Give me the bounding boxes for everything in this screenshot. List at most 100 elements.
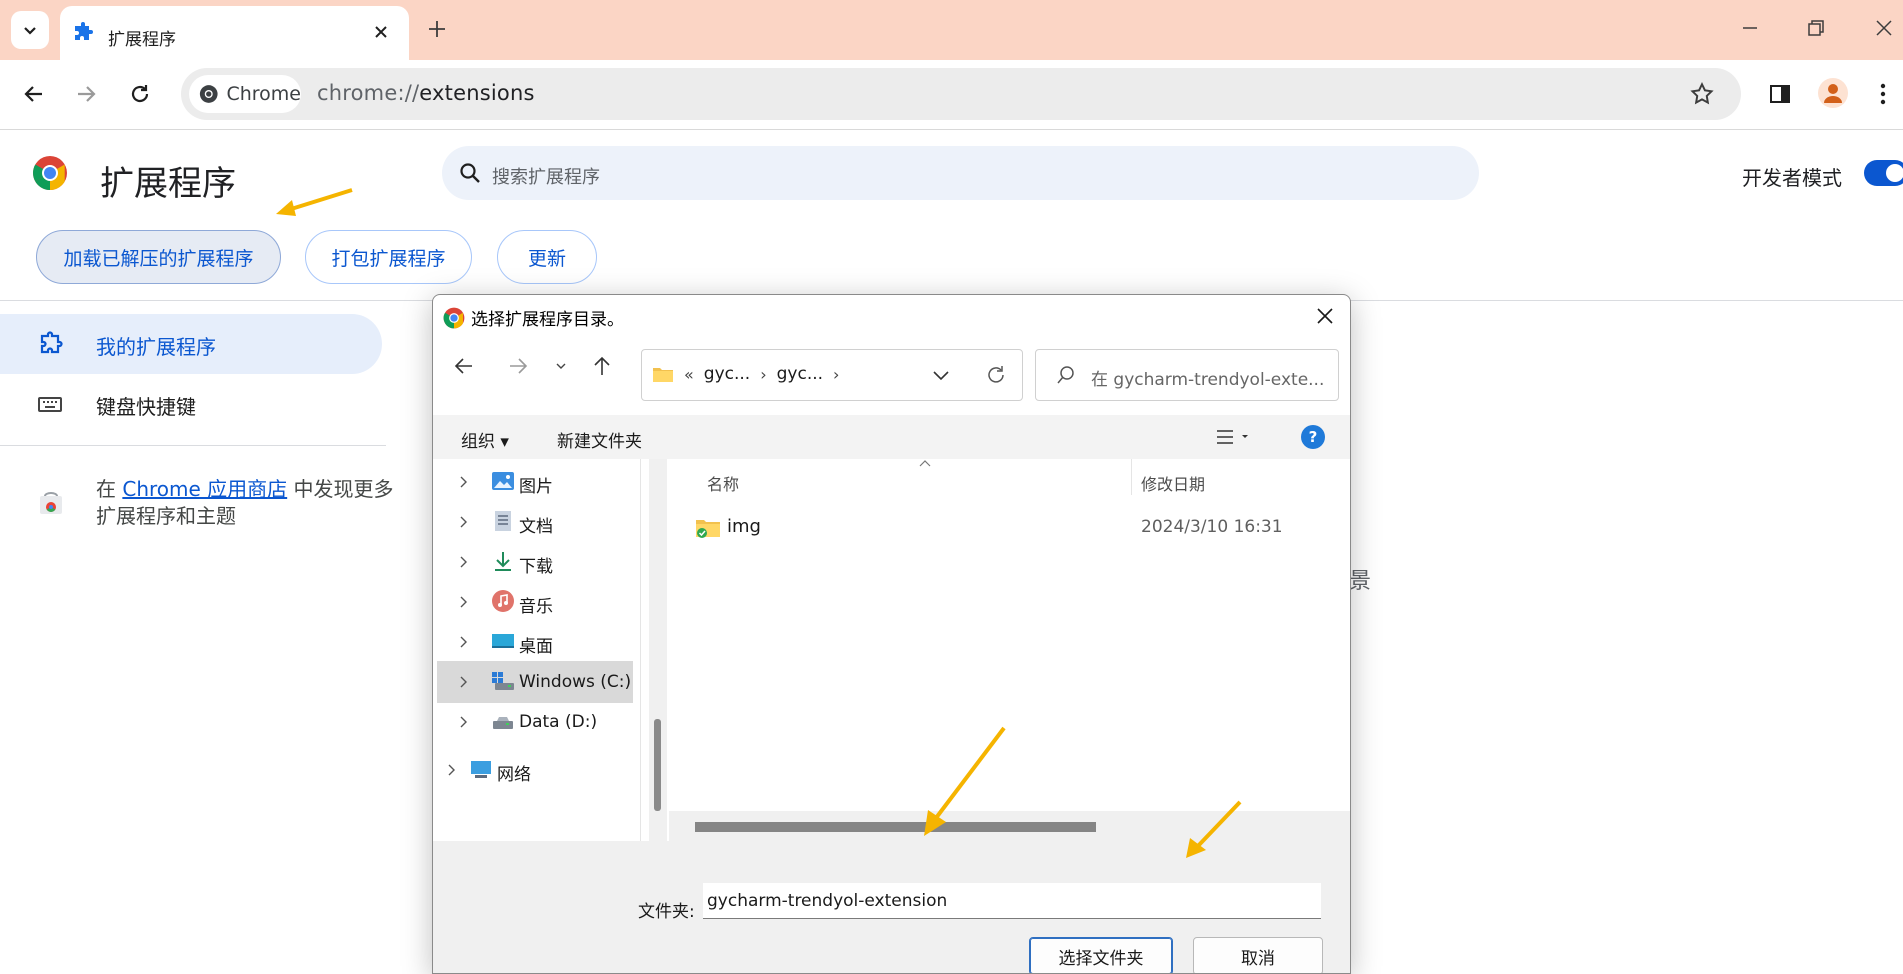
dialog-search-input[interactable]: 在 gycharm-trendyol-exte... (1035, 349, 1339, 401)
toggle-knob (1886, 164, 1903, 182)
close-window-icon[interactable] (1874, 18, 1894, 38)
load-unpacked-button[interactable]: 加载已解压的扩展程序 (36, 230, 281, 284)
sidebar-item-label: 我的扩展程序 (96, 335, 216, 359)
keyboard-icon (38, 397, 62, 412)
horizontal-scrollbar[interactable] (669, 811, 1350, 841)
tab-extensions[interactable]: 扩展程序 (60, 6, 409, 60)
chrome-app-icon (443, 307, 465, 328)
pictures-icon (492, 472, 514, 490)
refresh-icon[interactable] (985, 364, 1007, 386)
chevron-right-icon (460, 676, 467, 688)
chevron-right-icon (448, 764, 455, 776)
developer-mode-label: 开发者模式 (1742, 166, 1842, 190)
select-folder-button[interactable]: 选择文件夹 (1029, 937, 1173, 973)
chevron-right-icon (460, 476, 467, 488)
chevron-right-icon (460, 596, 467, 608)
tree-item-downloads[interactable]: 下载 (437, 541, 633, 583)
address-bar[interactable]: Chrome chrome://extensions (181, 68, 1741, 120)
breadcrumb-segment[interactable]: gyc... (777, 364, 823, 384)
dialog-forward-icon[interactable] (507, 355, 529, 377)
file-name: img (727, 516, 761, 537)
bookmark-star-icon[interactable] (1689, 81, 1715, 107)
extensions-search[interactable]: 搜索扩展程序 (442, 146, 1479, 200)
tree-item-data-d[interactable]: Data (D:) (437, 701, 633, 743)
breadcrumb-segment[interactable]: gyc... (704, 364, 750, 384)
documents-icon (495, 511, 511, 531)
recent-locations-chevron-icon[interactable] (555, 361, 567, 371)
minimize-icon[interactable] (1740, 18, 1760, 38)
developer-mode-toggle[interactable] (1864, 160, 1903, 186)
extension-icon (40, 331, 63, 354)
side-panel-icon[interactable] (1768, 82, 1792, 106)
navigation-scrollbar[interactable] (649, 459, 667, 841)
tree-item-label: 音乐 (519, 597, 553, 617)
new-tab-icon[interactable] (425, 17, 449, 41)
web-store-link[interactable]: Chrome 应用商店 (122, 477, 287, 501)
tree-item-windows-c[interactable]: Windows (C:) (437, 661, 633, 703)
menu-kebab-icon[interactable] (1878, 82, 1888, 106)
scrollbar-thumb[interactable] (654, 719, 661, 811)
tree-item-desktop[interactable]: 桌面 (437, 621, 633, 663)
profile-avatar-icon[interactable] (1818, 78, 1848, 108)
reload-icon[interactable] (128, 82, 152, 106)
folder-label: 文件夹: (638, 902, 695, 922)
dialog-search-placeholder: 在 gycharm-trendyol-exte... (1091, 370, 1325, 390)
background-text-fragment: 景 (1349, 569, 1372, 594)
chevron-right-icon[interactable]: › (833, 365, 839, 384)
sidebar-item-keyboard-shortcuts[interactable]: 键盘快捷键 (0, 374, 382, 434)
folder-name-input[interactable] (703, 883, 1321, 919)
chevron-right-icon (460, 556, 467, 568)
cancel-button[interactable]: 取消 (1193, 937, 1323, 973)
search-placeholder: 搜索扩展程序 (492, 167, 600, 188)
forward-icon[interactable] (74, 82, 98, 106)
organize-menu[interactable]: 组织 ▾ (461, 427, 509, 452)
dialog-title-bar: 选择扩展程序目录。 (443, 305, 624, 330)
up-folder-icon[interactable] (591, 355, 613, 377)
tab-search-button[interactable] (11, 11, 49, 49)
column-divider[interactable] (1131, 459, 1132, 495)
folder-icon (653, 368, 673, 382)
tree-item-music[interactable]: 音乐 (437, 581, 633, 623)
tree-item-label: 文档 (519, 517, 553, 537)
restore-icon[interactable] (1806, 18, 1826, 38)
search-icon (1057, 366, 1074, 384)
close-tab-icon[interactable] (372, 23, 390, 41)
chrome-logo-icon (33, 156, 67, 190)
puzzle-icon (75, 22, 93, 40)
music-icon (492, 590, 514, 612)
tree-item-label: 图片 (519, 477, 553, 497)
view-list-icon[interactable] (1215, 429, 1251, 445)
chevron-right-icon (460, 516, 467, 528)
scrollbar-thumb[interactable] (695, 822, 1096, 832)
column-header-modified[interactable]: 修改日期 (1141, 471, 1205, 495)
dialog-command-bar: 组织 ▾ 新建文件夹 ? (433, 415, 1350, 459)
file-modified: 2024/3/10 16:31 (1141, 517, 1283, 537)
dialog-title: 选择扩展程序目录。 (471, 310, 624, 330)
column-header-name[interactable]: 名称 (707, 471, 739, 495)
chevron-right-icon (460, 636, 467, 648)
chevron-right-icon[interactable]: › (760, 365, 766, 384)
chevron-right-icon (460, 716, 467, 728)
new-folder-button[interactable]: 新建文件夹 (557, 427, 642, 452)
tree-item-documents[interactable]: 文档 (437, 501, 633, 543)
file-list: 名称 修改日期 img 2024/3/10 16:31 (669, 459, 1350, 841)
close-dialog-icon[interactable] (1316, 307, 1334, 325)
chip-label: Chrome (226, 83, 301, 105)
breadcrumb-overflow[interactable]: « (684, 365, 694, 384)
sort-ascending-icon[interactable] (917, 459, 933, 469)
address-dropdown-icon[interactable] (932, 369, 950, 381)
pack-extension-button[interactable]: 打包扩展程序 (305, 230, 472, 284)
file-row[interactable]: img 2024/3/10 16:31 (669, 507, 1350, 547)
dialog-address-bar[interactable]: « gyc... › gyc... › (641, 349, 1023, 401)
tree-item-label: Data (D:) (519, 712, 598, 732)
tree-item-network[interactable]: 网络 (433, 749, 621, 791)
dialog-back-icon[interactable] (453, 355, 475, 377)
site-info-chip[interactable]: Chrome (189, 75, 301, 113)
update-button[interactable]: 更新 (497, 230, 597, 284)
tab-strip: 扩展程序 (0, 0, 1903, 60)
back-icon[interactable] (22, 82, 46, 106)
drive-icon (493, 717, 513, 729)
help-icon[interactable]: ? (1301, 425, 1325, 449)
tree-item-pictures[interactable]: 图片 (437, 461, 633, 503)
sidebar-item-my-extensions[interactable]: 我的扩展程序 (0, 314, 382, 374)
